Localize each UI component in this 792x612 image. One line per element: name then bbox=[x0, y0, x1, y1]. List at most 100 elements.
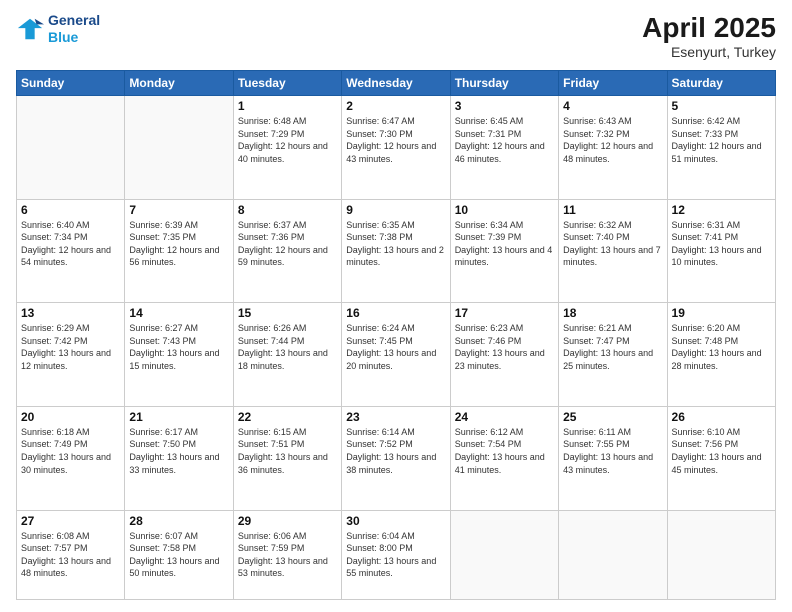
day-number: 7 bbox=[129, 203, 228, 217]
col-sunday: Sunday bbox=[17, 71, 125, 96]
calendar-cell: 13 Sunrise: 6:29 AM Sunset: 7:42 PM Dayli… bbox=[17, 303, 125, 407]
day-info: Sunrise: 6:18 AM Sunset: 7:49 PM Dayligh… bbox=[21, 426, 120, 476]
day-info: Sunrise: 6:47 AM Sunset: 7:30 PM Dayligh… bbox=[346, 115, 445, 165]
day-number: 12 bbox=[672, 203, 771, 217]
day-number: 27 bbox=[21, 514, 120, 528]
calendar-cell bbox=[559, 510, 667, 600]
calendar-cell: 28Sunrise: 6:07 AM Sunset: 7:58 PM Dayli… bbox=[125, 510, 233, 600]
day-number: 24 bbox=[455, 410, 554, 424]
calendar-header-row: Sunday Monday Tuesday Wednesday Thursday… bbox=[17, 71, 776, 96]
calendar-cell: 3 Sunrise: 6:45 AM Sunset: 7:31 PM Daylig… bbox=[450, 96, 558, 200]
calendar-week-row: 27 Sunrise: 6:08 AM Sunset: 7:57 PM Dayli… bbox=[17, 510, 776, 600]
calendar-cell: 10 Sunrise: 6:34 AM Sunset: 7:39 PM Dayli… bbox=[450, 199, 558, 303]
header: General Blue April 2025 Esenyurt, Turkey bbox=[16, 12, 776, 60]
day-info: Sunrise: 6:27 AM Sunset: 7:43 PM Dayligh… bbox=[129, 322, 228, 372]
calendar-cell: 17 Sunrise: 6:23 AM Sunset: 7:46 PM Dayli… bbox=[450, 303, 558, 407]
day-info: Sunrise: 6:43 AM Sunset: 7:32 PM Dayligh… bbox=[563, 115, 662, 165]
calendar-cell: 1 Sunrise: 6:48 AM Sunset: 7:29 PM Daylig… bbox=[233, 96, 341, 200]
col-friday: Friday bbox=[559, 71, 667, 96]
day-number: 3 bbox=[455, 99, 554, 113]
day-number: 9 bbox=[346, 203, 445, 217]
day-number: 19 bbox=[672, 306, 771, 320]
calendar-cell: 6 Sunrise: 6:40 AM Sunset: 7:34 PM Daylig… bbox=[17, 199, 125, 303]
day-info: Sunrise: 6:42 AM Sunset: 7:33 PM Dayligh… bbox=[672, 115, 771, 165]
day-info: Sunrise: 6:23 AM Sunset: 7:46 PM Dayligh… bbox=[455, 322, 554, 372]
day-info: Sunrise: 6:34 AM Sunset: 7:39 PM Dayligh… bbox=[455, 219, 554, 269]
day-number: 17 bbox=[455, 306, 554, 320]
day-number: 15 bbox=[238, 306, 337, 320]
location: Esenyurt, Turkey bbox=[642, 44, 776, 60]
calendar-week-row: 20 Sunrise: 6:18 AM Sunset: 7:49 PM Dayli… bbox=[17, 406, 776, 510]
day-info: Sunrise: 6:32 AM Sunset: 7:40 PM Dayligh… bbox=[563, 219, 662, 269]
calendar-cell: 15 Sunrise: 6:26 AM Sunset: 7:44 PM Dayli… bbox=[233, 303, 341, 407]
calendar-week-row: 1 Sunrise: 6:48 AM Sunset: 7:29 PM Daylig… bbox=[17, 96, 776, 200]
calendar-cell bbox=[125, 96, 233, 200]
day-info: Sunrise: 6:31 AM Sunset: 7:41 PM Dayligh… bbox=[672, 219, 771, 269]
day-info: Sunrise: 6:07 AM Sunset: 7:58 PM Dayligh… bbox=[129, 530, 228, 580]
calendar-cell bbox=[17, 96, 125, 200]
calendar-week-row: 6 Sunrise: 6:40 AM Sunset: 7:34 PM Daylig… bbox=[17, 199, 776, 303]
day-info: Sunrise: 6:37 AM Sunset: 7:36 PM Dayligh… bbox=[238, 219, 337, 269]
day-number: 20 bbox=[21, 410, 120, 424]
day-info: Sunrise: 6:48 AM Sunset: 7:29 PM Dayligh… bbox=[238, 115, 337, 165]
day-info: Sunrise: 6:39 AM Sunset: 7:35 PM Dayligh… bbox=[129, 219, 228, 269]
day-number: 23 bbox=[346, 410, 445, 424]
day-info: Sunrise: 6:08 AM Sunset: 7:57 PM Dayligh… bbox=[21, 530, 120, 580]
day-info: Sunrise: 6:06 AM Sunset: 7:59 PM Dayligh… bbox=[238, 530, 337, 580]
logo-icon bbox=[16, 15, 44, 43]
calendar-cell: 8 Sunrise: 6:37 AM Sunset: 7:36 PM Daylig… bbox=[233, 199, 341, 303]
day-info: Sunrise: 6:11 AM Sunset: 7:55 PM Dayligh… bbox=[563, 426, 662, 476]
day-info: Sunrise: 6:26 AM Sunset: 7:44 PM Dayligh… bbox=[238, 322, 337, 372]
day-number: 4 bbox=[563, 99, 662, 113]
day-info: Sunrise: 6:40 AM Sunset: 7:34 PM Dayligh… bbox=[21, 219, 120, 269]
calendar-cell: 24 Sunrise: 6:12 AM Sunset: 7:54 PM Dayli… bbox=[450, 406, 558, 510]
calendar-cell: 30Sunrise: 6:04 AM Sunset: 8:00 PM Dayli… bbox=[342, 510, 450, 600]
day-info: Sunrise: 6:24 AM Sunset: 7:45 PM Dayligh… bbox=[346, 322, 445, 372]
calendar-cell: 16 Sunrise: 6:24 AM Sunset: 7:45 PM Dayli… bbox=[342, 303, 450, 407]
day-number: 11 bbox=[563, 203, 662, 217]
calendar-table: Sunday Monday Tuesday Wednesday Thursday… bbox=[16, 70, 776, 600]
day-info: Sunrise: 6:15 AM Sunset: 7:51 PM Dayligh… bbox=[238, 426, 337, 476]
day-info: Sunrise: 6:29 AM Sunset: 7:42 PM Dayligh… bbox=[21, 322, 120, 372]
day-info: Sunrise: 6:12 AM Sunset: 7:54 PM Dayligh… bbox=[455, 426, 554, 476]
logo: General Blue bbox=[16, 12, 100, 46]
col-monday: Monday bbox=[125, 71, 233, 96]
day-number: 1 bbox=[238, 99, 337, 113]
calendar-cell: 4 Sunrise: 6:43 AM Sunset: 7:32 PM Daylig… bbox=[559, 96, 667, 200]
day-number: 5 bbox=[672, 99, 771, 113]
day-number: 8 bbox=[238, 203, 337, 217]
calendar-cell: 23 Sunrise: 6:14 AM Sunset: 7:52 PM Dayli… bbox=[342, 406, 450, 510]
day-number: 21 bbox=[129, 410, 228, 424]
day-number: 6 bbox=[21, 203, 120, 217]
calendar-cell: 9 Sunrise: 6:35 AM Sunset: 7:38 PM Daylig… bbox=[342, 199, 450, 303]
day-info: Sunrise: 6:45 AM Sunset: 7:31 PM Dayligh… bbox=[455, 115, 554, 165]
day-info: Sunrise: 6:04 AM Sunset: 8:00 PM Dayligh… bbox=[346, 530, 445, 580]
day-number: 13 bbox=[21, 306, 120, 320]
calendar-cell: 27 Sunrise: 6:08 AM Sunset: 7:57 PM Dayli… bbox=[17, 510, 125, 600]
day-info: Sunrise: 6:10 AM Sunset: 7:56 PM Dayligh… bbox=[672, 426, 771, 476]
calendar-cell: 22 Sunrise: 6:15 AM Sunset: 7:51 PM Dayli… bbox=[233, 406, 341, 510]
col-wednesday: Wednesday bbox=[342, 71, 450, 96]
day-number: 2 bbox=[346, 99, 445, 113]
day-number: 10 bbox=[455, 203, 554, 217]
day-info: Sunrise: 6:35 AM Sunset: 7:38 PM Dayligh… bbox=[346, 219, 445, 269]
calendar-cell: 21Sunrise: 6:17 AM Sunset: 7:50 PM Dayli… bbox=[125, 406, 233, 510]
calendar-cell: 20 Sunrise: 6:18 AM Sunset: 7:49 PM Dayli… bbox=[17, 406, 125, 510]
logo-text: General Blue bbox=[48, 12, 100, 46]
day-info: Sunrise: 6:14 AM Sunset: 7:52 PM Dayligh… bbox=[346, 426, 445, 476]
day-number: 16 bbox=[346, 306, 445, 320]
col-thursday: Thursday bbox=[450, 71, 558, 96]
day-number: 26 bbox=[672, 410, 771, 424]
day-info: Sunrise: 6:21 AM Sunset: 7:47 PM Dayligh… bbox=[563, 322, 662, 372]
page: General Blue April 2025 Esenyurt, Turkey… bbox=[0, 0, 792, 612]
calendar-cell: 11 Sunrise: 6:32 AM Sunset: 7:40 PM Dayli… bbox=[559, 199, 667, 303]
calendar-cell: 25 Sunrise: 6:11 AM Sunset: 7:55 PM Dayli… bbox=[559, 406, 667, 510]
calendar-cell: 18Sunrise: 6:21 AM Sunset: 7:47 PM Dayli… bbox=[559, 303, 667, 407]
day-number: 25 bbox=[563, 410, 662, 424]
col-tuesday: Tuesday bbox=[233, 71, 341, 96]
day-number: 22 bbox=[238, 410, 337, 424]
day-info: Sunrise: 6:20 AM Sunset: 7:48 PM Dayligh… bbox=[672, 322, 771, 372]
calendar-cell: 26 Sunrise: 6:10 AM Sunset: 7:56 PM Dayli… bbox=[667, 406, 775, 510]
calendar-cell: 5 Sunrise: 6:42 AM Sunset: 7:33 PM Daylig… bbox=[667, 96, 775, 200]
calendar-cell bbox=[667, 510, 775, 600]
